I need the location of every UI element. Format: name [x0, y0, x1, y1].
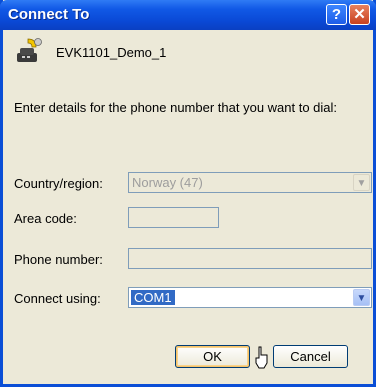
connect-using-value: COM1	[131, 290, 175, 305]
window-title: Connect To	[8, 6, 90, 23]
help-button[interactable]: ?	[326, 4, 347, 25]
close-button[interactable]: ✕	[349, 4, 370, 25]
phone-number-field[interactable]	[128, 248, 372, 269]
connect-using-label: Connect using:	[14, 291, 101, 306]
mouse-pointer-icon	[255, 346, 268, 369]
chevron-down-icon[interactable]: ▼	[353, 289, 370, 306]
country-value: Norway (47)	[132, 175, 203, 190]
phone-connection-icon	[17, 38, 42, 62]
cancel-button[interactable]: Cancel	[273, 345, 348, 368]
country-select[interactable]: Norway (47) ▼	[128, 172, 372, 193]
title-bar[interactable]: Connect To ? ✕	[0, 0, 376, 30]
dial-prompt: Enter details for the phone number that …	[14, 100, 338, 115]
area-code-label: Area code:	[14, 211, 77, 226]
chevron-down-icon: ▼	[353, 174, 370, 191]
country-label: Country/region:	[14, 176, 103, 191]
connect-to-dialog: Connect To ? ✕ EVK1101_Demo_1 Enter deta…	[0, 0, 376, 387]
connect-using-select[interactable]: COM1 ▼	[128, 287, 372, 308]
connection-name: EVK1101_Demo_1	[56, 45, 167, 60]
area-code-field[interactable]	[128, 207, 219, 228]
phone-number-label: Phone number:	[14, 252, 103, 267]
ok-button[interactable]: OK	[175, 345, 250, 368]
